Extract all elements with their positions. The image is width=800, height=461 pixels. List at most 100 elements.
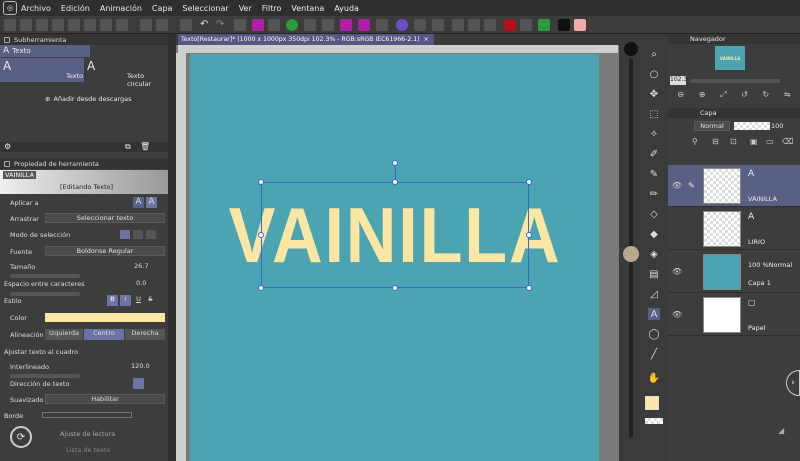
document-tab[interactable]: Texto[Restaurar]* (1000 x 1000px 350dpi … bbox=[178, 34, 434, 45]
font-select[interactable]: Boldonse Regular bbox=[45, 246, 165, 256]
deselect-icon[interactable] bbox=[322, 19, 334, 31]
subtool-text-circular[interactable]: A Texto circular bbox=[85, 58, 168, 88]
blend-tool-icon[interactable]: ◆ bbox=[648, 228, 660, 240]
color-swatch-black[interactable] bbox=[558, 19, 570, 31]
lock-icon[interactable]: ⚲ bbox=[692, 137, 698, 146]
handle-top-left[interactable] bbox=[258, 179, 264, 185]
bold-button[interactable]: B bbox=[107, 295, 118, 306]
transparent-color-swatch[interactable] bbox=[645, 418, 663, 424]
handle-left[interactable] bbox=[258, 232, 264, 238]
undo-icon[interactable]: ↶ bbox=[200, 19, 212, 31]
horizontal-text-icon[interactable] bbox=[133, 378, 144, 389]
align-left-button[interactable]: Izquierda bbox=[45, 329, 83, 340]
fill-icon[interactable] bbox=[84, 19, 96, 31]
line-tool-icon[interactable]: ╱ bbox=[648, 348, 660, 360]
menu-ver[interactable]: Ver bbox=[239, 4, 252, 13]
menu-capa[interactable]: Capa bbox=[152, 4, 172, 13]
cube-icon[interactable] bbox=[414, 19, 426, 31]
layer-papel[interactable]: 👁 ▢ Papel bbox=[668, 294, 800, 336]
add-downloads-button[interactable]: ⊕ Añadir desde descargas bbox=[45, 95, 132, 103]
zoom-out-icon[interactable]: ⊖ bbox=[677, 90, 684, 100]
menu-edicion[interactable]: Edición bbox=[61, 4, 90, 13]
text-tool-icon[interactable]: A bbox=[648, 308, 660, 320]
blend-mode-select[interactable]: Normal bbox=[694, 121, 730, 131]
open-file-icon[interactable] bbox=[20, 19, 32, 31]
new-layer-icon[interactable]: ▣ bbox=[750, 137, 758, 146]
fit-view-icon[interactable]: ⤢ bbox=[720, 90, 726, 100]
zoom-icon[interactable] bbox=[180, 19, 192, 31]
navigator-thumbnail[interactable]: VAINILLA bbox=[715, 46, 745, 70]
eraser-icon[interactable]: ◇ bbox=[648, 208, 660, 220]
lasso-tool-icon[interactable]: ⬚ bbox=[648, 108, 660, 120]
handle-bottom[interactable] bbox=[392, 285, 398, 291]
navigator-zoom-value[interactable]: 102.3 bbox=[670, 76, 687, 85]
panel-splitter[interactable] bbox=[168, 34, 176, 461]
figure-tool-icon[interactable]: ◿ bbox=[648, 288, 660, 300]
paste-icon[interactable] bbox=[268, 19, 280, 31]
grid-icon[interactable] bbox=[116, 19, 128, 31]
mode-add-icon[interactable] bbox=[133, 230, 143, 239]
handle-bottom-left[interactable] bbox=[258, 285, 264, 291]
rotation-handle[interactable] bbox=[392, 160, 398, 166]
layer-lirio[interactable]: A LIRIO bbox=[668, 208, 800, 250]
color-swatch-red[interactable] bbox=[504, 19, 516, 31]
ruler-icon[interactable] bbox=[140, 19, 152, 31]
menu-animacion[interactable]: Animación bbox=[100, 4, 142, 13]
cut-icon[interactable] bbox=[234, 19, 246, 31]
brush-tool-icon[interactable]: ✏ bbox=[648, 188, 660, 200]
rotate-right-icon[interactable]: ↻ bbox=[763, 90, 770, 100]
drag-select[interactable]: Seleccionar texto bbox=[45, 213, 165, 223]
eye-icon[interactable]: 👁 bbox=[672, 181, 682, 190]
fit-text-row[interactable]: Ajustar texto al cuadro bbox=[0, 345, 168, 358]
eye-icon[interactable]: 👁 bbox=[672, 310, 682, 319]
app-logo-icon[interactable]: ◎ bbox=[3, 1, 17, 15]
select-all-icon[interactable] bbox=[304, 19, 316, 31]
handle-bottom-right[interactable] bbox=[526, 285, 532, 291]
menu-ventana[interactable]: Ventana bbox=[291, 4, 324, 13]
zoom-knob-top[interactable] bbox=[624, 42, 638, 56]
copy-icon[interactable] bbox=[252, 19, 264, 31]
select-tool-icon[interactable]: ✥ bbox=[648, 88, 660, 100]
chevron-down-icon[interactable] bbox=[484, 19, 496, 31]
apply-selection-icon[interactable]: A bbox=[146, 197, 157, 208]
save-icon[interactable] bbox=[36, 19, 48, 31]
eyedropper-icon[interactable]: ✐ bbox=[648, 148, 660, 160]
layer-vainilla[interactable]: 👁 ✎ A VAINILLA bbox=[668, 165, 800, 207]
snap-icon[interactable] bbox=[156, 19, 168, 31]
opacity-value[interactable]: 100 bbox=[771, 122, 783, 130]
expand-panel-icon[interactable]: › bbox=[786, 370, 800, 396]
move-tool-icon[interactable]: ○ bbox=[648, 68, 660, 80]
new-folder-icon[interactable]: ▭ bbox=[766, 137, 774, 146]
handle-top[interactable] bbox=[392, 179, 398, 185]
zoom-tool-icon[interactable]: ⌕ bbox=[648, 48, 660, 60]
invert-selection-icon[interactable] bbox=[340, 19, 352, 31]
magic-wand-icon[interactable]: ✧ bbox=[648, 128, 660, 140]
smoothing-select[interactable]: Habilitar bbox=[45, 394, 165, 404]
main-color-swatch[interactable] bbox=[645, 396, 659, 410]
gradient-tool-icon[interactable]: ▤ bbox=[648, 268, 660, 280]
subtool-group[interactable]: A Texto bbox=[0, 45, 90, 57]
handle-right[interactable] bbox=[526, 232, 532, 238]
apply-text-icon[interactable]: A bbox=[133, 197, 144, 208]
close-tab-icon[interactable]: × bbox=[424, 36, 429, 43]
transform-icon[interactable] bbox=[100, 19, 112, 31]
menu-archivo[interactable]: Archivo bbox=[21, 4, 51, 13]
copy-subtool-icon[interactable]: ⧉ bbox=[125, 142, 131, 152]
fill-tool-icon[interactable]: ◈ bbox=[648, 248, 660, 260]
resize-handle-icon[interactable]: ◢ bbox=[778, 426, 784, 435]
clear-icon[interactable] bbox=[68, 19, 80, 31]
crop-icon[interactable] bbox=[452, 19, 464, 31]
export-icon[interactable] bbox=[52, 19, 64, 31]
navigator-zoom-slider[interactable] bbox=[690, 79, 780, 83]
mode-subtract-icon[interactable] bbox=[146, 230, 156, 239]
opacity-slider[interactable] bbox=[734, 122, 770, 130]
flip-icon[interactable]: ⇋ bbox=[784, 90, 791, 100]
pen-tool-icon[interactable]: ✎ bbox=[648, 168, 660, 180]
expand-selection-icon[interactable] bbox=[358, 19, 370, 31]
fit-icon[interactable] bbox=[468, 19, 480, 31]
reference-icon[interactable]: ⊡ bbox=[730, 137, 737, 146]
zoom-knob[interactable] bbox=[623, 246, 639, 262]
zoom-in-icon[interactable]: ⊕ bbox=[699, 90, 706, 100]
border-width-bar[interactable] bbox=[42, 412, 132, 418]
italic-button[interactable]: I bbox=[120, 295, 131, 306]
